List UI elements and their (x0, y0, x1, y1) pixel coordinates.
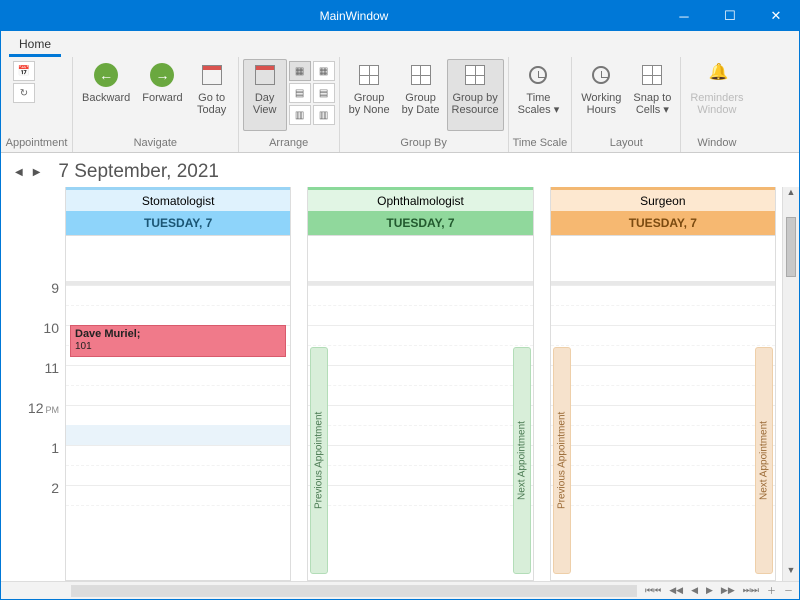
next-appointment-strip[interactable]: Next Appointment (755, 347, 773, 574)
previous-appointment-strip[interactable]: Previous Appointment (310, 347, 328, 574)
arrange-opt6-icon[interactable]: ▥ (313, 105, 335, 125)
hour-label: 1 (11, 439, 65, 479)
forward-button[interactable]: → Forward (137, 59, 187, 131)
group-by-none-button[interactable]: Groupby None (344, 59, 395, 131)
time-grid[interactable]: Previous Appointment Next Appointment (551, 285, 775, 580)
arrow-left-icon: ← (93, 62, 119, 88)
hour-label: 12PM (11, 399, 65, 439)
calendar-title: 7 September, 2021 (58, 161, 219, 183)
vertical-scrollbar[interactable]: ▲ ▼ (782, 187, 799, 581)
arrange-opt2-icon[interactable]: ▤ (289, 83, 311, 103)
tabstrip: Home (1, 31, 799, 57)
arrow-right-icon: → (149, 62, 175, 88)
resource-day-header[interactable]: TUESDAY, 7 (308, 211, 532, 235)
resource-header[interactable]: Stomatologist (66, 187, 290, 211)
group-appointment: Appointment (5, 136, 68, 152)
prev-day-button[interactable]: ◀ (15, 167, 23, 178)
group-by-date-button[interactable]: Groupby Date (397, 59, 445, 131)
snap-to-cells-button[interactable]: Snap toCells ▾ (628, 59, 676, 131)
hour-label: 11 (11, 359, 65, 399)
time-scales-button[interactable]: TimeScales ▾ (513, 59, 565, 131)
group-date-icon (408, 62, 434, 88)
hour-label: 2 (11, 479, 65, 519)
remove-resource-icon[interactable]: － (784, 584, 793, 597)
scroll-up-icon[interactable]: ▲ (783, 187, 799, 203)
bell-icon: 🔔 (704, 62, 730, 88)
calendar-area: ◀ ▶ 7 September, 2021 9 10 11 12PM 1 2 S… (1, 153, 799, 599)
nav-back-icon[interactable]: ◀ (691, 585, 698, 596)
clock-icon (525, 62, 551, 88)
minimize-button[interactable]: ─ (661, 1, 707, 31)
new-appointment-icon[interactable]: 📅 (13, 61, 35, 81)
resource-day-header[interactable]: TUESDAY, 7 (66, 211, 290, 235)
scroll-down-icon[interactable]: ▼ (783, 565, 799, 581)
arrange-opt4-icon[interactable]: ▦ (313, 61, 335, 81)
group-resource-icon (462, 62, 488, 88)
tab-home[interactable]: Home (9, 33, 61, 57)
allday-area[interactable] (308, 235, 532, 285)
group-by-resource-button[interactable]: Group byResource (447, 59, 504, 131)
appointment[interactable]: Dave Muriel;101 (70, 325, 286, 357)
next-day-button[interactable]: ▶ (33, 167, 41, 178)
allday-area[interactable] (66, 235, 290, 285)
maximize-button[interactable]: ☐ (707, 1, 753, 31)
time-ruler: 9 10 11 12PM 1 2 (11, 187, 65, 581)
arrange-opt5-icon[interactable]: ▤ (313, 83, 335, 103)
group-window: Window (685, 136, 748, 152)
nav-fwd-icon[interactable]: ▶ (706, 585, 713, 596)
scroll-thumb[interactable] (786, 217, 796, 277)
next-appointment-strip[interactable]: Next Appointment (513, 347, 531, 574)
resource-header[interactable]: Surgeon (551, 187, 775, 211)
backward-button[interactable]: ← Backward (77, 59, 135, 131)
group-navigate: Navigate (77, 136, 234, 152)
hour-label: 9 (11, 279, 65, 319)
arrange-opt3-icon[interactable]: ▥ (289, 105, 311, 125)
bottom-bar: ⏮⏮ ◀◀ ◀ ▶ ▶▶ ⏭⏭ ＋ － (1, 581, 799, 599)
resource-column: SurgeonTUESDAY, 7 Previous Appointment Nex… (550, 187, 776, 581)
allday-area[interactable] (551, 235, 775, 285)
nav-first-icon[interactable]: ⏮⏮ (645, 585, 661, 596)
resource-day-header[interactable]: TUESDAY, 7 (551, 211, 775, 235)
group-none-icon (356, 62, 382, 88)
day-view-icon (252, 62, 278, 88)
calendar-today-icon (199, 62, 225, 88)
group-arrange: Arrange (243, 136, 335, 152)
time-grid[interactable]: Previous Appointment Next Appointment (308, 285, 532, 580)
reminders-window-button[interactable]: 🔔 RemindersWindow (685, 59, 748, 131)
goto-today-button[interactable]: Go toToday (190, 59, 234, 131)
group-layout: Layout (576, 136, 676, 152)
resource-header[interactable]: Ophthalmologist (308, 187, 532, 211)
group-timescale: Time Scale (513, 136, 568, 152)
previous-appointment-strip[interactable]: Previous Appointment (553, 347, 571, 574)
resource-column: StomatologistTUESDAY, 7 Dave Muriel;101 (65, 187, 291, 581)
horizontal-scrollbar[interactable] (71, 585, 637, 597)
window-title: MainWindow (47, 9, 661, 23)
arrange-opt1-icon[interactable]: ▦ (289, 61, 311, 81)
snap-icon (639, 62, 665, 88)
working-hours-button[interactable]: WorkingHours (576, 59, 626, 131)
working-hours-icon (588, 62, 614, 88)
close-button[interactable]: ✕ (753, 1, 799, 31)
add-resource-icon[interactable]: ＋ (767, 584, 776, 597)
resource-column: OphthalmologistTUESDAY, 7 Previous Appoin… (307, 187, 533, 581)
nav-prev-icon[interactable]: ◀◀ (669, 585, 683, 596)
nav-last-icon[interactable]: ⏭⏭ (743, 585, 759, 596)
titlebar: MainWindow ─ ☐ ✕ (1, 1, 799, 31)
nav-next-icon[interactable]: ▶▶ (721, 585, 735, 596)
time-grid[interactable]: Dave Muriel;101 (66, 285, 290, 580)
group-groupby: Group By (344, 136, 504, 152)
hour-label: 10 (11, 319, 65, 359)
ribbon: 📅 ↻ Appointment ← Backward → Forward Go … (1, 57, 799, 153)
day-view-button[interactable]: DayView (243, 59, 287, 131)
new-recurring-icon[interactable]: ↻ (13, 83, 35, 103)
